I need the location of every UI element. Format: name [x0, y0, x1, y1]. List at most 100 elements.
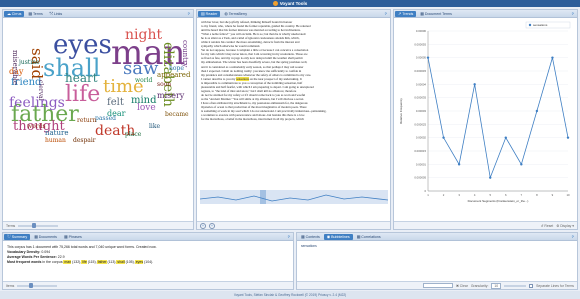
- cloud-word[interactable]: became: [165, 112, 189, 118]
- legend-marker: [528, 23, 532, 27]
- summary-tabbar: ⓘ Summary ▦ Documents ▦ Phrases ?: [3, 233, 293, 241]
- tab-contexts[interactable]: ▦ Contexts: [298, 234, 323, 240]
- cloud-word[interactable]: heart: [65, 72, 98, 84]
- x-tick-label: 8: [536, 193, 538, 197]
- trends-help-icon[interactable]: ?: [572, 11, 574, 16]
- berry-icon: ◍: [224, 12, 228, 16]
- cloud-word[interactable]: clerval: [37, 80, 44, 101]
- cloud-word[interactable]: misery: [157, 92, 184, 100]
- tab-reader[interactable]: ▤ Reader: [198, 10, 221, 17]
- cloud-word[interactable]: miserable: [11, 50, 19, 85]
- summary-toolbar: Items: [3, 281, 293, 289]
- data-point: [566, 136, 570, 139]
- y-tick-label: 0.00004: [416, 82, 427, 86]
- items-slider[interactable]: [17, 283, 58, 288]
- cloud-word[interactable]: passed: [95, 116, 116, 122]
- summary-panel: ⓘ Summary ▦ Documents ▦ Phrases ? This corp…: [2, 232, 294, 290]
- bubbleline-term: sensations: [301, 244, 317, 248]
- y-tick-label: 0.000055: [414, 42, 426, 46]
- tab-bubblelines[interactable]: ◉ Bubblelines: [323, 233, 353, 240]
- cloud-word[interactable]: world: [135, 78, 152, 84]
- x-tick-label: 2: [443, 193, 445, 197]
- contexts-panel: ▦ Contexts ◉ Bubblelines ▦ Correlations ? s…: [296, 232, 578, 290]
- cloud-word[interactable]: despair: [73, 138, 96, 144]
- granularity-input[interactable]: 10: [491, 282, 502, 289]
- tab-correlations[interactable]: ▦ Correlations: [354, 234, 384, 240]
- frequent-term[interactable]: eyes: [134, 260, 144, 264]
- cloud-word[interactable]: words: [27, 124, 46, 130]
- tab-terms[interactable]: ▦ Terms: [25, 11, 45, 17]
- term-search-input[interactable]: [422, 283, 453, 288]
- cloud-word[interactable]: human: [45, 138, 66, 144]
- table-icon: ▦: [356, 235, 361, 239]
- app-title: Voyant Tools: [279, 1, 308, 6]
- summary-content: This corpus has 1 document with 75,266 t…: [3, 241, 293, 269]
- reader-text: with her lover, but she joyfully refused…: [201, 20, 383, 121]
- x-tick-label: 5: [489, 193, 491, 197]
- cloud-word[interactable]: return: [77, 118, 96, 124]
- cloud-word[interactable]: hope: [169, 66, 184, 72]
- cirrus-help-icon[interactable]: ?: [188, 11, 190, 16]
- contexts-help-icon[interactable]: ?: [572, 234, 574, 239]
- y-tick-label: 0.00001: [416, 162, 427, 166]
- legend-label: sensations: [533, 23, 548, 27]
- scroll-button[interactable]: +: [209, 222, 215, 229]
- reader-line: for the marvellous, a belief in the marv…: [201, 117, 304, 122]
- tab-termsberry[interactable]: ◍ TermsBerry: [221, 11, 250, 17]
- separate-lines-label: Separate Lines for Terms: [536, 283, 574, 288]
- app-title-bar: Voyant Tools: [0, 0, 580, 7]
- reader-help-icon[interactable]: ?: [385, 11, 387, 16]
- summary-help-icon[interactable]: ?: [288, 234, 290, 239]
- cloud-word[interactable]: country: [181, 40, 189, 67]
- add-button[interactable]: +: [200, 222, 206, 229]
- frequent-term[interactable]: shall: [116, 260, 125, 264]
- reader-trend-strip[interactable]: [200, 190, 388, 204]
- cloud-word[interactable]: nature: [45, 130, 69, 137]
- cloud-word[interactable]: love: [137, 104, 156, 113]
- reset-button[interactable]: ↺ Reset: [541, 224, 554, 228]
- voyant-logo-icon: [272, 1, 278, 6]
- x-tick-label: 1: [427, 193, 429, 197]
- tab-links[interactable]: ⤲ Links: [47, 11, 65, 17]
- data-point: [504, 136, 507, 139]
- tab-document-terms[interactable]: ▦ Document Terms: [417, 11, 455, 17]
- tab-summary[interactable]: ⓘ Summary: [4, 233, 31, 240]
- terms-slider[interactable]: [18, 223, 59, 228]
- display-dropdown[interactable]: ⚙ Display ▾: [556, 224, 574, 228]
- data-point: [535, 109, 539, 113]
- cloud-word[interactable]: like: [149, 124, 160, 130]
- granularity-label: Granularity:: [470, 283, 489, 288]
- data-point: [442, 136, 445, 139]
- reader-panel: ▤ Reader ◍ TermsBerry ? with her lover, bu…: [196, 9, 391, 230]
- trends-icon: ↗: [398, 12, 402, 16]
- table-icon: ▦: [34, 235, 38, 239]
- tab-cirrus[interactable]: ☁ Cirrus: [4, 10, 25, 17]
- cloud-word[interactable]: felt: [107, 98, 124, 108]
- frequent-term-count: (104).: [143, 260, 154, 264]
- table-icon: ▦: [420, 12, 424, 16]
- trends-chart[interactable]: 0.00006 0.000055 0.00005 0.000045 0.00004 0.0…: [394, 19, 577, 222]
- separate-lines-checkbox[interactable]: [529, 283, 534, 288]
- footer: Voyant Tools, Stéfan Sinclair & Geoffrey…: [0, 291, 580, 299]
- y-tick-label: 0: [424, 189, 426, 193]
- frequent-term[interactable]: father: [96, 260, 107, 264]
- most-frequent-words: Most frequent words in the corpus: man (…: [7, 260, 154, 264]
- table-icon: ▦: [28, 12, 32, 16]
- tab-trends[interactable]: ↗ Trends: [395, 10, 417, 17]
- y-tick-label: 0.000015: [414, 149, 426, 153]
- cloud-word[interactable]: night: [125, 28, 162, 42]
- cloud-word[interactable]: justine: [19, 60, 40, 66]
- clear-button[interactable]: ✖ Clear: [456, 284, 468, 288]
- tab-phrases[interactable]: ▦ Phrases: [61, 234, 85, 240]
- data-point: [457, 163, 461, 166]
- links-icon: ⤲: [49, 11, 53, 16]
- cloud-word[interactable]: soon: [157, 82, 171, 88]
- granularity-slider[interactable]: [504, 284, 527, 287]
- x-tick-label: 3: [458, 193, 460, 197]
- cloud-word[interactable]: place: [125, 132, 141, 138]
- cloud-word[interactable]: appeared: [157, 72, 190, 79]
- tab-documents[interactable]: ▦ Documents: [31, 234, 60, 240]
- frequent-term-count: (105),: [124, 260, 135, 264]
- y-tick-label: 0.000005: [414, 176, 426, 180]
- reader-toolbar: + +: [197, 221, 390, 229]
